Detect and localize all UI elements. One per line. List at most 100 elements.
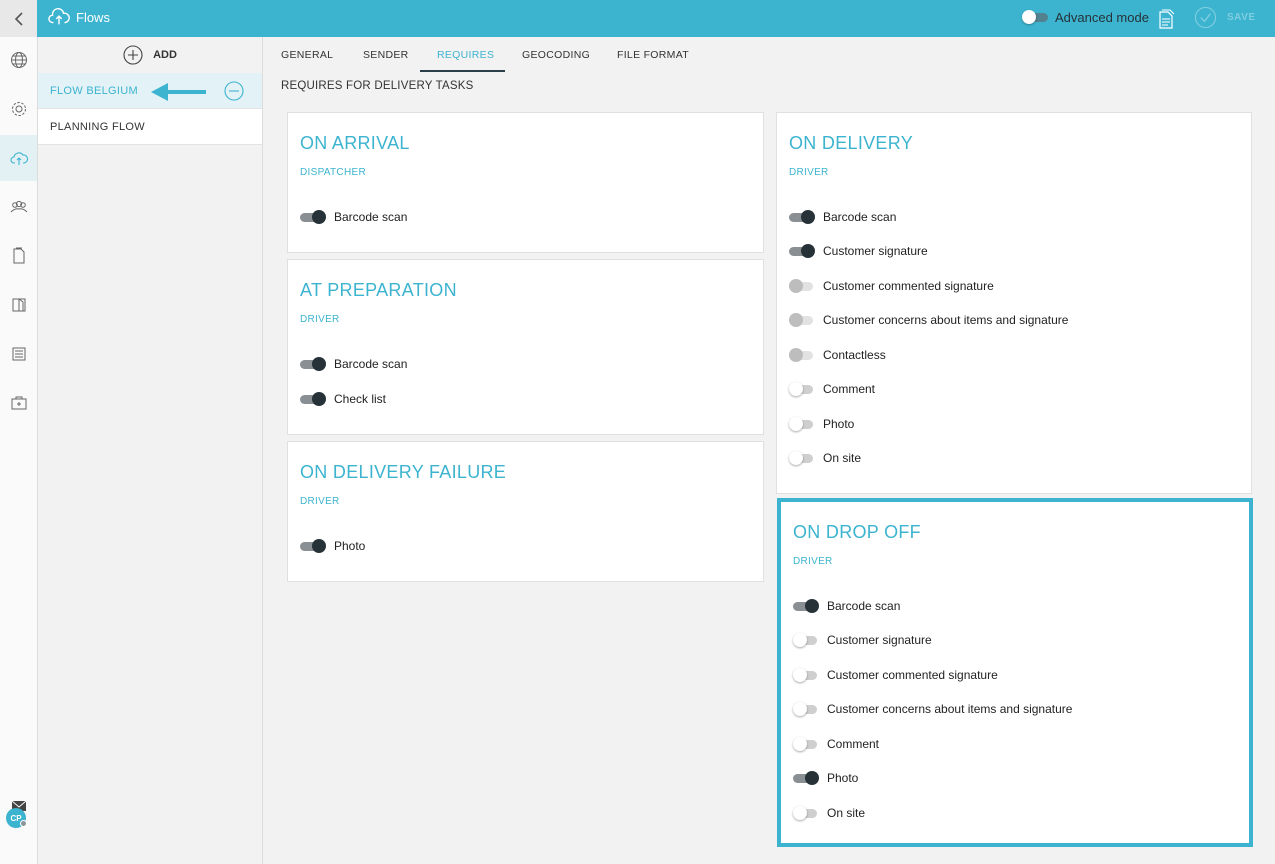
back-button[interactable] — [0, 0, 37, 37]
team-icon — [10, 200, 27, 213]
toggle-switch[interactable] — [789, 382, 815, 396]
option-row: Barcode scan — [300, 356, 407, 372]
option-label: Customer signature — [827, 633, 932, 647]
option-label: Customer concerns about items and signat… — [827, 702, 1073, 716]
option-label: Comment — [827, 737, 880, 751]
cloud-upload-icon — [48, 7, 70, 25]
plus-circle-icon — [123, 45, 143, 65]
option-label: Barcode scan — [334, 357, 408, 371]
card-title: ON ARRIVAL — [300, 133, 410, 153]
option-label: Contactless — [823, 348, 886, 362]
tab-sender[interactable]: SENDER — [363, 37, 409, 73]
status-dot — [20, 820, 27, 827]
toggle-switch[interactable] — [300, 392, 326, 406]
save-button[interactable]: SAVE — [1227, 12, 1256, 23]
toggle-switch[interactable] — [789, 417, 815, 431]
tab-geocoding[interactable]: GEOCODING — [522, 37, 590, 73]
top-bar: Flows Advanced mode SAVE — [0, 0, 1275, 37]
toggle-switch[interactable] — [789, 279, 815, 293]
document-icon — [13, 247, 24, 264]
section-title: REQUIRES FOR DELIVERY TASKS — [281, 80, 474, 92]
option-row: On site — [793, 805, 865, 821]
remove-flow-icon[interactable] — [224, 81, 244, 101]
option-row: Contactless — [789, 347, 886, 363]
add-flow-button[interactable]: ADD — [38, 37, 262, 73]
card-subtitle: DRIVER — [300, 496, 340, 507]
option-row: On site — [789, 450, 861, 466]
card-subtitle: DISPATCHER — [300, 167, 366, 178]
toggle-switch[interactable] — [793, 668, 819, 682]
tab-bar: GENERAL SENDER REQUIRES GEOCODING FILE F… — [263, 37, 1275, 73]
flow-item-label: FLOW BELGIUM — [50, 84, 138, 97]
toggle-switch[interactable] — [793, 806, 819, 820]
card-on-arrival: ON ARRIVAL DISPATCHER Barcode scan — [287, 112, 764, 253]
rail-item-globe[interactable] — [0, 37, 37, 83]
option-row: Comment — [789, 381, 875, 397]
card-title: ON DROP OFF — [793, 522, 921, 542]
option-label: Customer commented signature — [823, 279, 994, 293]
tab-requires[interactable]: REQUIRES — [437, 37, 494, 73]
arrow-left-icon — [151, 83, 206, 101]
flow-list-panel: ADD FLOW BELGIUM PLANNING FLOW — [38, 37, 263, 864]
card-title: ON DELIVERY — [789, 133, 914, 153]
option-row: Photo — [793, 770, 858, 786]
option-row: Photo — [789, 416, 854, 432]
option-label: Comment — [823, 382, 876, 396]
toggle-switch[interactable] — [789, 244, 815, 258]
option-row: Barcode scan — [300, 209, 407, 225]
toggle-switch[interactable] — [300, 357, 326, 371]
option-label: Barcode scan — [334, 210, 408, 224]
toggle-switch[interactable] — [793, 702, 819, 716]
option-label: Customer commented signature — [827, 668, 998, 682]
toggle-switch[interactable] — [793, 599, 819, 613]
card-subtitle: DRIVER — [793, 556, 833, 567]
toggle-switch[interactable] — [793, 771, 819, 785]
option-row: Check list — [300, 391, 386, 407]
rail-item-settings[interactable] — [0, 86, 37, 132]
rail-item-book[interactable] — [0, 282, 37, 328]
chevron-left-icon — [14, 11, 23, 26]
toggle-switch[interactable] — [789, 451, 815, 465]
option-row: Comment — [793, 736, 879, 752]
toggle-switch[interactable] — [793, 633, 819, 647]
option-row: Customer signature — [789, 243, 928, 259]
toggle-switch[interactable] — [789, 313, 815, 327]
option-label: Photo — [827, 771, 859, 785]
option-row: Customer signature — [793, 632, 932, 648]
option-row: Customer commented signature — [793, 667, 998, 683]
flow-item-label: PLANNING FLOW — [50, 120, 145, 133]
card-subtitle: DRIVER — [300, 314, 340, 325]
toggle-switch[interactable] — [789, 348, 815, 362]
card-on-drop-off: ON DROP OFF DRIVER Barcode scan Customer… — [777, 498, 1253, 847]
toggle-switch[interactable] — [793, 737, 819, 751]
add-label: ADD — [153, 49, 177, 61]
toggle-switch[interactable] — [300, 539, 326, 553]
rail-item-documents[interactable] — [0, 233, 37, 279]
tab-file-format[interactable]: FILE FORMAT — [617, 37, 689, 73]
card-subtitle: DRIVER — [789, 167, 829, 178]
card-on-delivery-failure: ON DELIVERY FAILURE DRIVER Photo — [287, 441, 764, 582]
option-row: Barcode scan — [793, 598, 900, 614]
option-label: Check list — [334, 392, 387, 406]
document-icon[interactable] — [1158, 9, 1174, 29]
rail-item-list[interactable] — [0, 331, 37, 377]
rail-item-flows[interactable] — [0, 135, 37, 181]
cloud-upload-icon — [10, 152, 28, 165]
card-title: ON DELIVERY FAILURE — [300, 462, 507, 482]
toggle-switch[interactable] — [300, 210, 326, 224]
rail-item-medkit[interactable] — [0, 380, 37, 426]
advanced-mode-toggle[interactable] — [1022, 10, 1048, 24]
option-label: Customer signature — [823, 244, 928, 258]
option-row: Barcode scan — [789, 209, 896, 225]
toggle-switch[interactable] — [789, 210, 815, 224]
check-circle-icon[interactable] — [1194, 6, 1217, 29]
list-icon — [12, 347, 25, 361]
flow-item-planning[interactable]: PLANNING FLOW — [38, 109, 262, 145]
app-title: Flows — [76, 10, 110, 25]
book-icon — [12, 298, 25, 312]
rail-item-team[interactable] — [0, 184, 37, 230]
option-row: Customer commented signature — [789, 278, 994, 294]
option-label: Barcode scan — [823, 210, 897, 224]
gear-icon — [11, 102, 26, 116]
tab-general[interactable]: GENERAL — [281, 37, 333, 73]
